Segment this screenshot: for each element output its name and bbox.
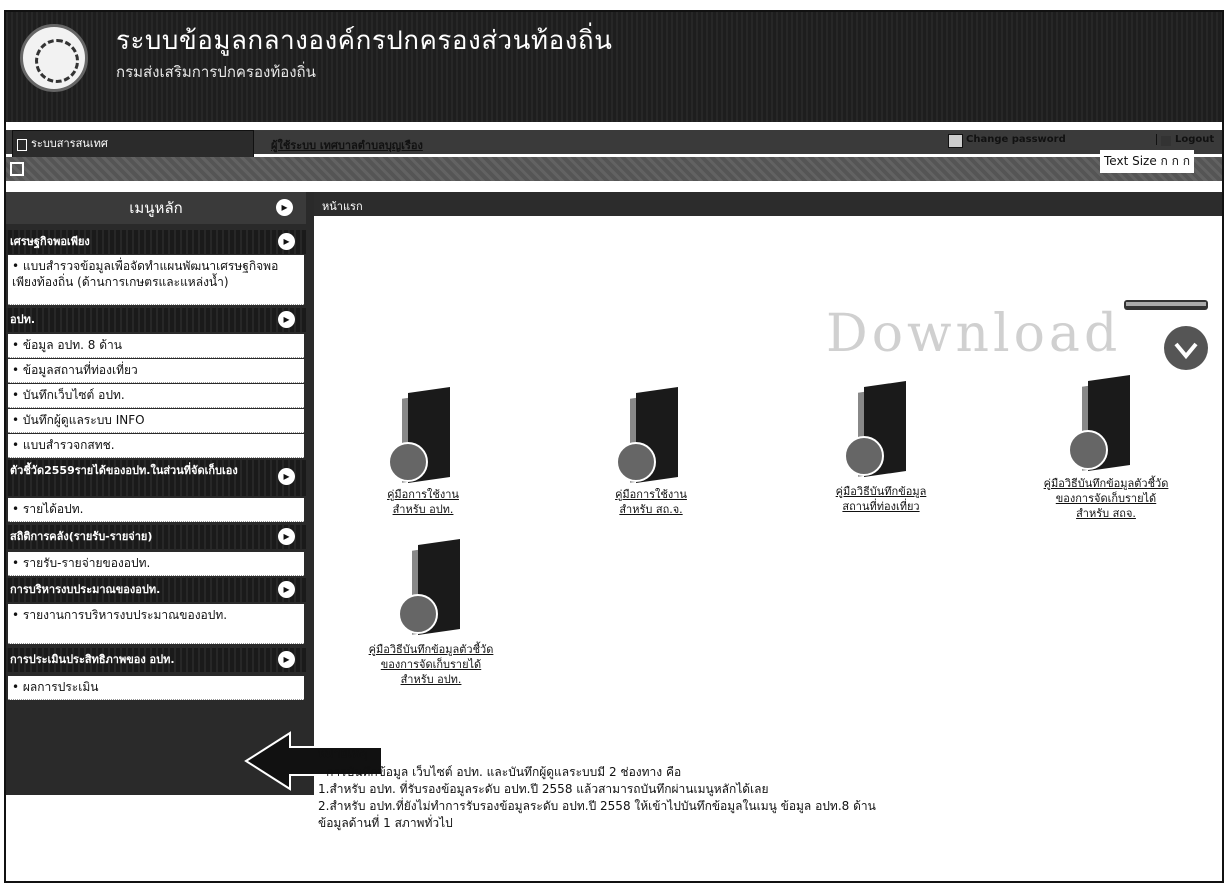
logout-link[interactable]: Logout: [1156, 134, 1218, 146]
manual-link-revenue-lao[interactable]: คู่มือวิธีบันทึกข้อมูลตัวชี้วัด ของการจั…: [341, 642, 521, 687]
main-menu-label: เมนูหลัก: [129, 199, 183, 217]
note-line: 1.สำหรับ อปท. ที่รับรองข้อมูลระดับ อปท.ป…: [318, 782, 769, 796]
manual-line: สำหรับ อปท.: [392, 503, 454, 516]
manual-line: สถานที่ท่องเที่ยว: [842, 500, 920, 513]
page-frame: ระบบข้อมูลกลางองค์กรปกครองส่วนท้องถิ่น ก…: [4, 10, 1224, 883]
sidebar-section-budget[interactable]: การบริหารงบประมาณของอปท.: [6, 578, 306, 602]
section-title: สถิติการคลัง(รายรับ-รายจ่าย): [10, 530, 153, 543]
sidebar-section-revenue-indicator[interactable]: ตัวชี้วัด2559รายได้ของอปท.ในส่วนที่จัดเก…: [6, 460, 306, 496]
sidebar-section-performance[interactable]: การประเมินประสิทธิภาพของ อปท.: [6, 648, 306, 672]
download-banner: Download: [826, 304, 1122, 364]
sidebar-section-sufficiency[interactable]: เศรษฐกิจพอเพียง: [6, 230, 306, 254]
expand-icon[interactable]: ▸: [278, 581, 295, 598]
content-header-bar: [314, 192, 1222, 216]
sidebar-item-lao-revenue[interactable]: • รายได้อปท.: [8, 498, 304, 522]
home-icon[interactable]: [10, 162, 24, 176]
sidebar-section-fiscal-stats[interactable]: สถิติการคลัง(รายรับ-รายจ่าย): [6, 525, 306, 549]
sidebar-item-assessment-result[interactable]: • ผลการประเมิน: [8, 676, 304, 700]
manual-line: คู่มือการใช้งาน: [387, 488, 459, 501]
globe-book-icon[interactable]: [388, 387, 458, 490]
manual-link-provincial[interactable]: คู่มือการใช้งาน สำหรับ สถ.จ.: [586, 487, 716, 517]
note-line: - การบันทึกข้อมูล เว็บไซต์ อปท. และบันทึ…: [318, 765, 682, 779]
expand-icon[interactable]: ▸: [278, 311, 295, 328]
note-heading: หมายเหตุ: [318, 746, 368, 760]
expand-icon[interactable]: ▸: [278, 468, 295, 485]
sidebar-item-tourist-places[interactable]: • ข้อมูลสถานที่ท่องเที่ยว: [8, 359, 304, 383]
manual-link-revenue-provincial[interactable]: คู่มือวิธีบันทึกข้อมูลตัวชี้วัด ของการจั…: [1016, 476, 1196, 521]
sidebar-item-income-expense[interactable]: • รายรับ-รายจ่ายของอปท.: [8, 552, 304, 576]
current-user-label: ผู้ใช้ระบบ เทศบาลตำบลบุญเรือง: [271, 139, 423, 152]
expand-icon[interactable]: ▸: [278, 528, 295, 545]
note-block: - การบันทึกข้อมูล เว็บไซต์ อปท. และบันทึ…: [318, 764, 876, 832]
sidebar-item-budget-report[interactable]: • รายงานการบริหารงบประมาณของอปท.: [8, 604, 304, 644]
main-menu-header: เมนูหลัก: [6, 192, 306, 224]
site-subtitle: กรมส่งเสริมการปกครองท้องถิ่น: [116, 63, 316, 81]
section-title: การประเมินประสิทธิภาพของ อปท.: [10, 653, 175, 666]
change-password-link[interactable]: Change password: [948, 134, 1066, 148]
sidebar-item-website[interactable]: • บันทึกเว็บไซต์ อปท.: [8, 384, 304, 408]
note-line: ข้อมูลด้านที่ 1 สภาพทั่วไป: [318, 816, 453, 830]
manual-line: คู่มือการใช้งาน: [615, 488, 687, 501]
logout-label: Logout: [1175, 134, 1215, 145]
section-title: การบริหารงบประมาณของอปท.: [10, 583, 161, 596]
tab-system[interactable]: ระบบสารสนเทศ: [12, 130, 254, 158]
manual-line: สำหรับ อปท.: [400, 673, 462, 686]
manual-line: สำหรับ สถจ.: [1076, 507, 1136, 520]
section-title: อปท.: [10, 313, 36, 326]
sidebar-item-nbtc-survey[interactable]: • แบบสำรวจกสทช.: [8, 434, 304, 458]
sidebar-item-info-admin[interactable]: • บันทึกผู้ดูแลระบบ INFO: [8, 409, 304, 433]
manual-line: คู่มือวิธีบันทึกข้อมูล: [835, 485, 927, 498]
globe-book-icon[interactable]: [616, 387, 686, 490]
note-line: 2.สำหรับ อปท.ที่ยังไม่ทำการรับรองข้อมูลร…: [318, 799, 876, 813]
section-title: เศรษฐกิจพอเพียง: [10, 235, 90, 248]
change-password-label: Change password: [966, 134, 1066, 145]
department-logo: [20, 24, 88, 92]
sidebar-item-sufficiency-survey[interactable]: • แบบสำรวจข้อมูลเพื่อจัดทำแผนพัฒนาเศรษฐก…: [8, 255, 304, 305]
manual-line: คู่มือวิธีบันทึกข้อมูลตัวชี้วัด: [1043, 477, 1169, 490]
sidebar-section-lao[interactable]: อปท.: [6, 308, 306, 332]
manual-link-tourism[interactable]: คู่มือวิธีบันทึกข้อมูล สถานที่ท่องเที่ยว: [806, 484, 956, 514]
manual-line: ของการจัดเก็บรายได้: [1055, 492, 1157, 505]
secondary-bar: [6, 157, 1222, 181]
manual-link-lao[interactable]: คู่มือการใช้งาน สำหรับ อปท.: [358, 487, 488, 517]
manual-line: ของการจัดเก็บรายได้: [380, 658, 482, 671]
expand-icon[interactable]: ▸: [278, 651, 295, 668]
site-title: ระบบข้อมูลกลางองค์กรปกครองส่วนท้องถิ่น: [116, 26, 613, 56]
breadcrumb[interactable]: หน้าแรก: [322, 197, 363, 215]
download-icon: [1124, 300, 1208, 370]
palm-book-icon[interactable]: [844, 381, 914, 484]
manual-line: สำหรับ สถ.จ.: [619, 503, 683, 516]
manual-line: คู่มือวิธีบันทึกข้อมูลตัวชี้วัด: [368, 643, 494, 656]
section-title: ตัวชี้วัด2559รายได้ของอปท.ในส่วนที่จัดเก…: [10, 464, 238, 477]
baht-book-icon[interactable]: [1068, 375, 1138, 478]
header-banner: ระบบข้อมูลกลางองค์กรปกครองส่วนท้องถิ่น ก…: [6, 12, 1222, 122]
expand-icon[interactable]: ▸: [276, 199, 293, 216]
moneybag-book-icon[interactable]: [398, 539, 468, 642]
sidebar-item-lao-8-sides[interactable]: • ข้อมูล อปท. 8 ด้าน: [8, 334, 304, 358]
expand-icon[interactable]: ▸: [278, 233, 295, 250]
text-size-control[interactable]: Text Size ก ก ก: [1100, 150, 1194, 173]
